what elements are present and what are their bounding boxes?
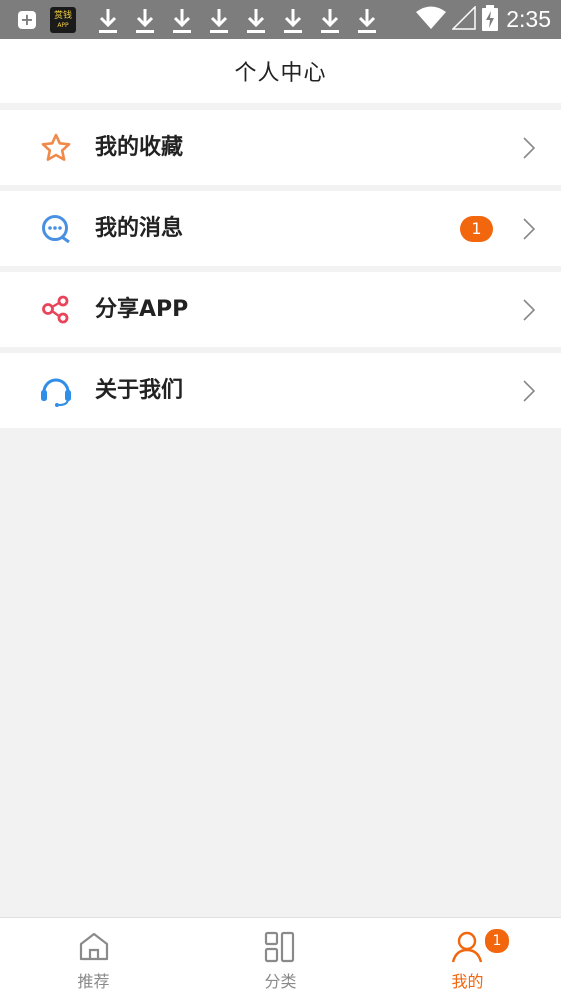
menu-item-label: 分享APP (95, 297, 189, 322)
star-icon (40, 132, 72, 164)
menu-item-share[interactable]: 分享APP (0, 272, 561, 347)
share-icon (40, 294, 72, 326)
plus-icon: + (18, 10, 36, 29)
download-icon (90, 5, 127, 35)
message-icon (40, 213, 72, 245)
app-icon: 赏钱 APP (50, 6, 76, 33)
battery-charging-icon (482, 4, 499, 35)
download-icon (312, 5, 349, 35)
tab-recommend[interactable]: 推荐 (0, 918, 187, 1000)
menu-item-label: 我的消息 (95, 216, 184, 241)
tab-category[interactable]: 分类 (187, 918, 374, 1000)
download-icon (127, 5, 164, 35)
download-icon (201, 5, 238, 35)
download-icon (275, 5, 312, 35)
clock-time: 2:35 (506, 6, 551, 32)
download-icon (164, 5, 201, 35)
download-icon (238, 5, 275, 35)
bottom-tab-bar: 推荐 分类 我的 1 (0, 917, 561, 1000)
app-icon-subtext: APP (57, 21, 69, 29)
home-icon (77, 930, 111, 964)
chevron-right-icon (523, 299, 536, 325)
menu-item-about[interactable]: 关于我们 (0, 353, 561, 428)
download-icon (349, 5, 386, 35)
unread-badge: 1 (460, 216, 493, 242)
tab-mine[interactable]: 我的 (374, 918, 561, 1000)
notification-badge: 1 (484, 928, 510, 954)
tab-label: 分类 (264, 972, 297, 991)
status-bar: + 赏钱 APP 2:35 (0, 0, 561, 39)
tab-label: 我的 (451, 972, 484, 991)
tab-label: 推荐 (77, 972, 110, 991)
user-icon (450, 930, 484, 964)
chevron-right-icon (523, 218, 536, 244)
menu-item-messages[interactable]: 我的消息 1 (0, 191, 561, 266)
app-icon-text: 赏钱 (53, 10, 72, 21)
menu-item-label: 我的收藏 (95, 135, 184, 160)
page-title: 个人中心 (234, 61, 327, 86)
wifi-icon (416, 6, 447, 34)
headset-icon (40, 375, 72, 407)
menu-item-label: 关于我们 (95, 378, 184, 403)
menu-item-favorites[interactable]: 我的收藏 (0, 110, 561, 185)
signal-icon (451, 4, 476, 34)
chevron-right-icon (523, 137, 536, 163)
category-icon (263, 930, 297, 964)
chevron-right-icon (523, 380, 536, 406)
header-bar: 个人中心 (0, 39, 561, 103)
